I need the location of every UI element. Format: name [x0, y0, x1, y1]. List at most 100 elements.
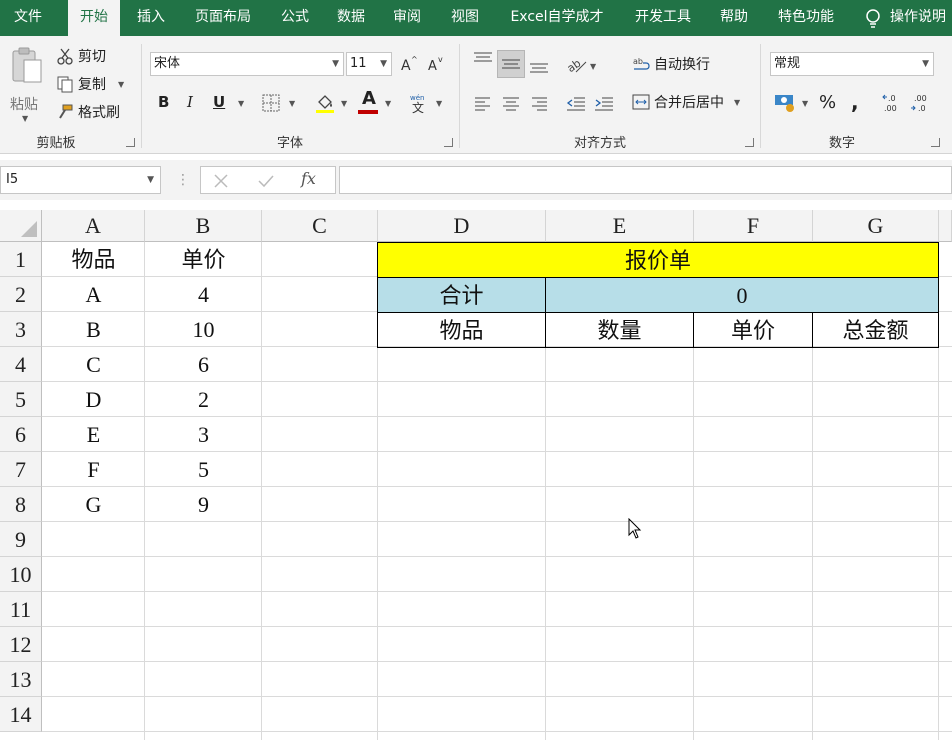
cell-e3-header-quantity[interactable]: 数量: [545, 312, 694, 348]
cell-d1-quote-title[interactable]: 报价单: [377, 242, 939, 278]
name-box[interactable]: I5 ▼: [0, 166, 161, 194]
accounting-format-icon[interactable]: [774, 92, 798, 114]
tab-help[interactable]: 帮助: [710, 0, 758, 36]
column-header-f[interactable]: F: [694, 210, 813, 242]
increase-decimal-icon[interactable]: .0 .00: [882, 92, 904, 114]
chevron-down-icon[interactable]: ▼: [590, 62, 596, 71]
row-header-9[interactable]: 9: [0, 522, 42, 557]
chevron-down-icon[interactable]: ▼: [802, 99, 808, 108]
formula-input[interactable]: [339, 166, 952, 194]
cell-a4[interactable]: C: [42, 347, 145, 382]
borders-icon[interactable]: [262, 94, 282, 112]
cell-a8[interactable]: G: [42, 487, 145, 522]
cell-a5[interactable]: D: [42, 382, 145, 417]
cancel-icon[interactable]: [213, 173, 229, 189]
cell-b6[interactable]: 3: [145, 417, 262, 452]
cell-b2[interactable]: 4: [145, 277, 262, 312]
cell-b8[interactable]: 9: [145, 487, 262, 522]
lightbulb-icon[interactable]: [862, 7, 884, 29]
row-header-12[interactable]: 12: [0, 627, 42, 662]
tab-excel-self-study[interactable]: Excel自学成才: [500, 0, 614, 36]
row-header-7[interactable]: 7: [0, 452, 42, 487]
font-size-combo[interactable]: 11 ▼: [346, 52, 392, 76]
dialog-launcher-icon[interactable]: [444, 138, 453, 147]
percent-style-button[interactable]: %: [819, 92, 836, 113]
row-header-13[interactable]: 13: [0, 662, 42, 697]
cell-d3-header-item[interactable]: 物品: [377, 312, 546, 348]
tab-file[interactable]: 文件: [0, 0, 56, 36]
row-header-6[interactable]: 6: [0, 417, 42, 452]
dialog-launcher-icon[interactable]: [931, 138, 940, 147]
increase-indent-icon[interactable]: [594, 94, 614, 112]
cell-f3-header-price[interactable]: 单价: [693, 312, 813, 348]
phonetic-guide-icon[interactable]: wén 文: [408, 92, 430, 114]
chevron-down-icon[interactable]: ▼: [147, 167, 154, 193]
font-color-button[interactable]: A: [358, 89, 380, 115]
align-left-icon[interactable]: [474, 94, 492, 112]
column-header-a[interactable]: A: [42, 210, 145, 242]
dialog-launcher-icon[interactable]: [126, 138, 135, 147]
chevron-down-icon[interactable]: ▼: [289, 99, 295, 108]
worksheet-grid[interactable]: A B C D E F G 1 2 3 4 5 6 7 8 9 10 11 12…: [0, 210, 952, 740]
wrap-text-button[interactable]: ab 自动换行: [632, 54, 710, 74]
decrease-indent-icon[interactable]: [566, 94, 586, 112]
row-header-3[interactable]: 3: [0, 312, 42, 347]
top-align-icon[interactable]: [472, 50, 494, 70]
tab-view[interactable]: 视图: [440, 0, 490, 36]
row-header-14[interactable]: 14: [0, 697, 42, 732]
tell-me-search[interactable]: 操作说明: [890, 0, 952, 36]
tab-insert[interactable]: 插入: [126, 0, 176, 36]
chevron-down-icon[interactable]: ▼: [238, 99, 244, 108]
insert-function-icon[interactable]: fx: [301, 169, 316, 188]
column-header-d[interactable]: D: [378, 210, 546, 242]
decrease-decimal-icon[interactable]: .00 .0: [910, 92, 932, 114]
chevron-down-icon[interactable]: ▼: [118, 80, 124, 89]
middle-align-button[interactable]: [497, 50, 525, 78]
select-all-corner[interactable]: [0, 210, 42, 242]
paste-button[interactable]: 粘贴 ▼: [6, 44, 46, 124]
chevron-down-icon[interactable]: ▼: [436, 99, 442, 108]
orientation-icon[interactable]: ab: [564, 52, 588, 76]
italic-button[interactable]: I: [187, 93, 193, 111]
dialog-launcher-icon[interactable]: [745, 138, 754, 147]
align-center-icon[interactable]: [502, 94, 520, 112]
row-header-2[interactable]: 2: [0, 277, 42, 312]
chevron-down-icon[interactable]: ▼: [385, 99, 391, 108]
fill-color-icon[interactable]: [314, 92, 336, 114]
comma-style-button[interactable]: ,: [851, 90, 859, 114]
chevron-down-icon[interactable]: ▼: [734, 98, 740, 107]
cell-a7[interactable]: F: [42, 452, 145, 487]
number-format-combo[interactable]: 常规 ▼: [770, 52, 934, 76]
cell-b3[interactable]: 10: [145, 312, 262, 347]
merge-center-button[interactable]: 合并后居中 ▼: [632, 92, 740, 112]
column-header-b[interactable]: B: [145, 210, 262, 242]
row-header-11[interactable]: 11: [0, 592, 42, 627]
align-right-icon[interactable]: [530, 94, 548, 112]
cell-b5[interactable]: 2: [145, 382, 262, 417]
cell-a2[interactable]: A: [42, 277, 145, 312]
cell-d2-total-label[interactable]: 合计: [377, 277, 546, 313]
decrease-font-size-icon[interactable]: A v: [427, 55, 445, 73]
cell-a1[interactable]: 物品: [42, 242, 145, 277]
row-header-1[interactable]: 1: [0, 242, 42, 277]
cell-a6[interactable]: E: [42, 417, 145, 452]
cell-g3-header-amount[interactable]: 总金额: [812, 312, 939, 348]
copy-button[interactable]: 复制 ▼: [56, 74, 124, 94]
bottom-align-icon[interactable]: [528, 54, 550, 76]
cell-b1[interactable]: 单价: [145, 242, 262, 277]
font-name-combo[interactable]: 宋体 ▼: [150, 52, 344, 76]
tab-developer[interactable]: 开发工具: [626, 0, 700, 36]
format-painter-button[interactable]: 格式刷: [56, 102, 120, 122]
tab-page-layout[interactable]: 页面布局: [184, 0, 262, 36]
tab-formulas[interactable]: 公式: [272, 0, 318, 36]
row-header-5[interactable]: 5: [0, 382, 42, 417]
increase-font-size-icon[interactable]: A ^: [400, 55, 418, 73]
row-header-10[interactable]: 10: [0, 557, 42, 592]
tab-review[interactable]: 审阅: [384, 0, 430, 36]
column-header-c[interactable]: C: [262, 210, 378, 242]
column-header-e[interactable]: E: [546, 210, 694, 242]
cell-b4[interactable]: 6: [145, 347, 262, 382]
underline-button[interactable]: U: [213, 93, 225, 111]
bold-button[interactable]: B: [158, 93, 169, 111]
chevron-down-icon[interactable]: ▼: [341, 99, 347, 108]
